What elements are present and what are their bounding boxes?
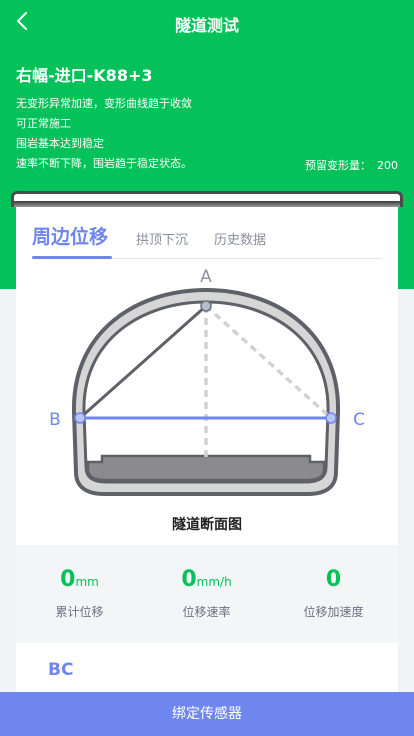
point-b-label: B (49, 410, 61, 430)
status-line: 速率不断下降，围岩趋于稳定状态。 (16, 157, 192, 170)
top-bar: 隧道测试 (0, 0, 414, 46)
stat-displacement-rate: 0mm/h 位移速率 (143, 545, 270, 643)
point-a-label: A (200, 267, 212, 287)
point-c-marker (325, 412, 337, 424)
status-line: 无变形异常加速，变形曲线趋于收敛 (16, 97, 192, 110)
tunnel-floor (86, 454, 326, 482)
stat-value: 0 (325, 567, 342, 592)
diagram-caption: 隧道断面图 (172, 517, 242, 533)
tab-perimeter-displacement[interactable]: 周边位移 (32, 223, 108, 259)
tab-bar: 周边位移 拱顶下沉 历史数据 (32, 223, 382, 259)
site-name: 右幅-进口-K88+3 (16, 66, 153, 85)
stat-label: 累计位移 (55, 605, 104, 619)
reserve-label: 预留变形量： (305, 159, 371, 172)
displacement-card: 周边位移 拱顶下沉 历史数据 A B C 隧道断面图 (16, 207, 398, 545)
status-line: 围岩基本达到稳定 (16, 137, 104, 150)
reserve-deformation: 预留变形量： 200 (305, 157, 398, 173)
bc-section-title: BC (48, 660, 74, 680)
tunnel-section-diagram: A B C (49, 267, 365, 496)
stat-cumulative-displacement: 0mm 累计位移 (16, 545, 143, 643)
stat-displacement-acceleration: 0 位移加速度 (270, 545, 397, 643)
page-title: 隧道测试 (174, 16, 239, 35)
point-c-label: C (353, 410, 365, 430)
active-tab-indicator (32, 256, 112, 259)
tab-history-data[interactable]: 历史数据 (214, 227, 266, 263)
stats-panel: 0mm 累计位移 0mm/h 位移速率 0 位移加速度 (16, 545, 398, 643)
point-a-marker (200, 300, 212, 312)
stat-value: 0mm (60, 567, 99, 592)
stat-label: 位移速率 (182, 605, 231, 619)
reserve-value: 200 (377, 159, 398, 172)
stat-label: 位移加速度 (303, 605, 364, 619)
bind-sensor-button[interactable]: 绑定传感器 (0, 692, 414, 736)
point-b-marker (74, 412, 86, 424)
status-line: 可正常施工 (16, 117, 71, 130)
tab-crown-settlement[interactable]: 拱顶下沉 (136, 227, 188, 263)
stat-value: 0mm/h (181, 567, 232, 592)
